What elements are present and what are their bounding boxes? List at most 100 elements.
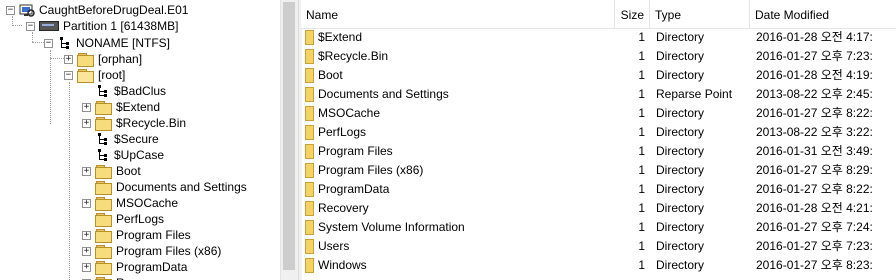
collapse-icon[interactable]: − xyxy=(26,21,35,31)
tree-node-label: Boot xyxy=(116,164,141,178)
list-row[interactable]: PerfLogs 1 Directory 2013-08-22 오후 3:22: xyxy=(301,123,896,142)
tree-node[interactable]: − [root] xyxy=(64,67,125,83)
expand-icon[interactable]: + xyxy=(82,246,91,256)
expand-icon[interactable]: + xyxy=(82,198,91,208)
folder-icon xyxy=(95,212,112,227)
expand-icon[interactable]: + xyxy=(82,102,91,112)
collapse-icon[interactable]: − xyxy=(6,5,15,15)
expand-icon[interactable]: + xyxy=(82,118,91,128)
tree-node[interactable]: + $Recycle.Bin xyxy=(82,115,186,131)
tree-node[interactable]: + MSOCache xyxy=(82,195,178,211)
file-list[interactable]: Name Size Type Date Modified $Extend 1 Dir… xyxy=(301,0,896,280)
evidence-label: CaughtBeforeDrugDeal.E01 xyxy=(39,3,189,17)
row-name: System Volume Information xyxy=(318,220,465,234)
column-date-modified[interactable]: Date Modified xyxy=(750,0,896,28)
volume-label: NONAME [NTFS] xyxy=(76,36,171,50)
expand-icon[interactable]: + xyxy=(82,262,91,272)
list-row[interactable]: System Volume Information 1 Directory 2016-… xyxy=(301,218,896,237)
row-size: 1 xyxy=(638,258,645,272)
row-name: Program Files xyxy=(318,144,393,158)
row-type: Directory xyxy=(656,30,705,44)
expand-icon[interactable]: + xyxy=(82,230,91,240)
row-size: 1 xyxy=(638,106,645,120)
row-size: 1 xyxy=(638,239,645,253)
tree-node-volume[interactable]: − NONAME [NTFS] xyxy=(44,35,170,51)
tree-node-label: [root] xyxy=(98,68,126,82)
folder-icon xyxy=(305,220,314,235)
tree-node-label: [orphan] xyxy=(98,52,143,66)
row-size: 1 xyxy=(638,182,645,196)
folder-icon xyxy=(95,196,112,211)
row-name-cell: $Recycle.Bin xyxy=(305,47,615,66)
tree-node[interactable]: + Program Files xyxy=(82,227,191,243)
expand-icon[interactable]: + xyxy=(64,54,73,64)
row-date-modified: 2013-08-22 오후 3:22: xyxy=(756,125,873,139)
row-type: Directory xyxy=(656,220,705,234)
list-row[interactable]: $Extend 1 Directory 2016-01-28 오전 4:17: xyxy=(301,28,896,47)
tree-node[interactable]: $Secure xyxy=(82,131,159,147)
tree-node[interactable]: +Recovery xyxy=(82,275,167,280)
collapse-icon[interactable]: − xyxy=(44,38,53,48)
list-row[interactable]: Program Files (x86) 1 Directory 2016-01-27 … xyxy=(301,161,896,180)
tree-node[interactable]: Documents and Settings xyxy=(82,179,247,195)
row-date-modified: 2016-01-27 오후 8:29: xyxy=(756,163,873,177)
row-name-cell: System Volume Information xyxy=(305,218,615,237)
row-date-modified: 2016-01-28 오전 4:21: xyxy=(756,201,873,215)
row-size: 1 xyxy=(638,30,645,44)
list-row[interactable]: Windows 1 Directory 2016-01-27 오후 8:23: xyxy=(301,256,896,275)
folder-icon xyxy=(95,244,112,259)
list-row[interactable]: MSOCache 1 Directory 2016-01-27 오후 8:22: xyxy=(301,104,896,123)
row-date-modified: 2016-01-27 오후 7:24: xyxy=(756,220,873,234)
expand-icon[interactable]: + xyxy=(82,166,91,176)
list-row[interactable]: Documents and Settings 1 Reparse Point 2013… xyxy=(301,85,896,104)
list-row[interactable]: Users 1 Directory 2016-01-27 오후 7:23: xyxy=(301,237,896,256)
tree-node[interactable]: + $Extend xyxy=(82,99,160,115)
folder-icon xyxy=(305,182,314,197)
row-date-modified: 2016-01-28 오전 4:19: xyxy=(756,68,873,82)
folder-icon xyxy=(305,30,314,45)
tree-node-evidence[interactable]: − CaughtBeforeDrugDeal.E01 xyxy=(6,2,188,18)
tree-node[interactable]: PerfLogs xyxy=(82,211,164,227)
folder-icon xyxy=(305,106,314,121)
list-row[interactable]: $Recycle.Bin 1 Directory 2016-01-27 오후 7:23… xyxy=(301,47,896,66)
row-size: 1 xyxy=(638,125,645,139)
row-name-cell: Program Files (x86) xyxy=(305,161,615,180)
column-name[interactable]: Name xyxy=(301,0,615,28)
row-type: Directory xyxy=(656,239,705,253)
row-size: 1 xyxy=(638,49,645,63)
list-row[interactable]: Boot 1 Directory 2016-01-28 오전 4:19: xyxy=(301,66,896,85)
collapse-icon[interactable]: − xyxy=(64,70,73,80)
row-name-cell: Boot xyxy=(305,66,615,85)
tree-node-label: Program Files xyxy=(116,228,191,242)
evidence-tree[interactable]: − CaughtBeforeDrugDeal.E01 − Partition 1… xyxy=(0,0,280,280)
list-row[interactable]: Recovery 1 Directory 2016-01-28 오전 4:21: xyxy=(301,199,896,218)
tree-node[interactable]: + Program Files (x86) xyxy=(82,243,221,259)
folder-icon xyxy=(77,52,94,67)
row-name: Windows xyxy=(318,258,367,272)
tree-node[interactable]: + Boot xyxy=(82,163,141,179)
column-size[interactable]: Size xyxy=(615,0,650,28)
tree-node-label: $UpCase xyxy=(114,148,165,162)
tree-node-label: $BadClus xyxy=(114,84,167,98)
row-name-cell: MSOCache xyxy=(305,104,615,123)
row-type: Directory xyxy=(656,49,705,63)
tree-node-label: Recovery xyxy=(116,275,167,280)
column-type[interactable]: Type xyxy=(650,0,750,28)
row-name-cell: Windows xyxy=(305,256,615,275)
tree-node[interactable]: + ProgramData xyxy=(82,259,187,275)
evidence-icon xyxy=(19,3,35,17)
list-row[interactable]: Program Files 1 Directory 2016-01-31 오전 3:4… xyxy=(301,142,896,161)
tree-node[interactable]: $UpCase xyxy=(82,147,164,163)
tree-node[interactable]: + [orphan] xyxy=(64,51,142,67)
folder-icon xyxy=(305,125,314,140)
row-type: Directory xyxy=(656,68,705,82)
row-date-modified: 2016-01-31 오전 3:49: xyxy=(756,144,873,158)
folder-icon xyxy=(95,260,112,275)
scrollbar-thumb[interactable] xyxy=(283,2,295,270)
tree-node[interactable]: $BadClus xyxy=(82,83,166,99)
list-row[interactable]: ProgramData 1 Directory 2016-01-27 오후 8:22: xyxy=(301,180,896,199)
row-name: MSOCache xyxy=(318,106,381,120)
tree-node-partition[interactable]: − Partition 1 [61438MB] xyxy=(26,18,178,34)
row-size: 1 xyxy=(638,68,645,82)
tree-scrollbar[interactable] xyxy=(280,0,298,280)
